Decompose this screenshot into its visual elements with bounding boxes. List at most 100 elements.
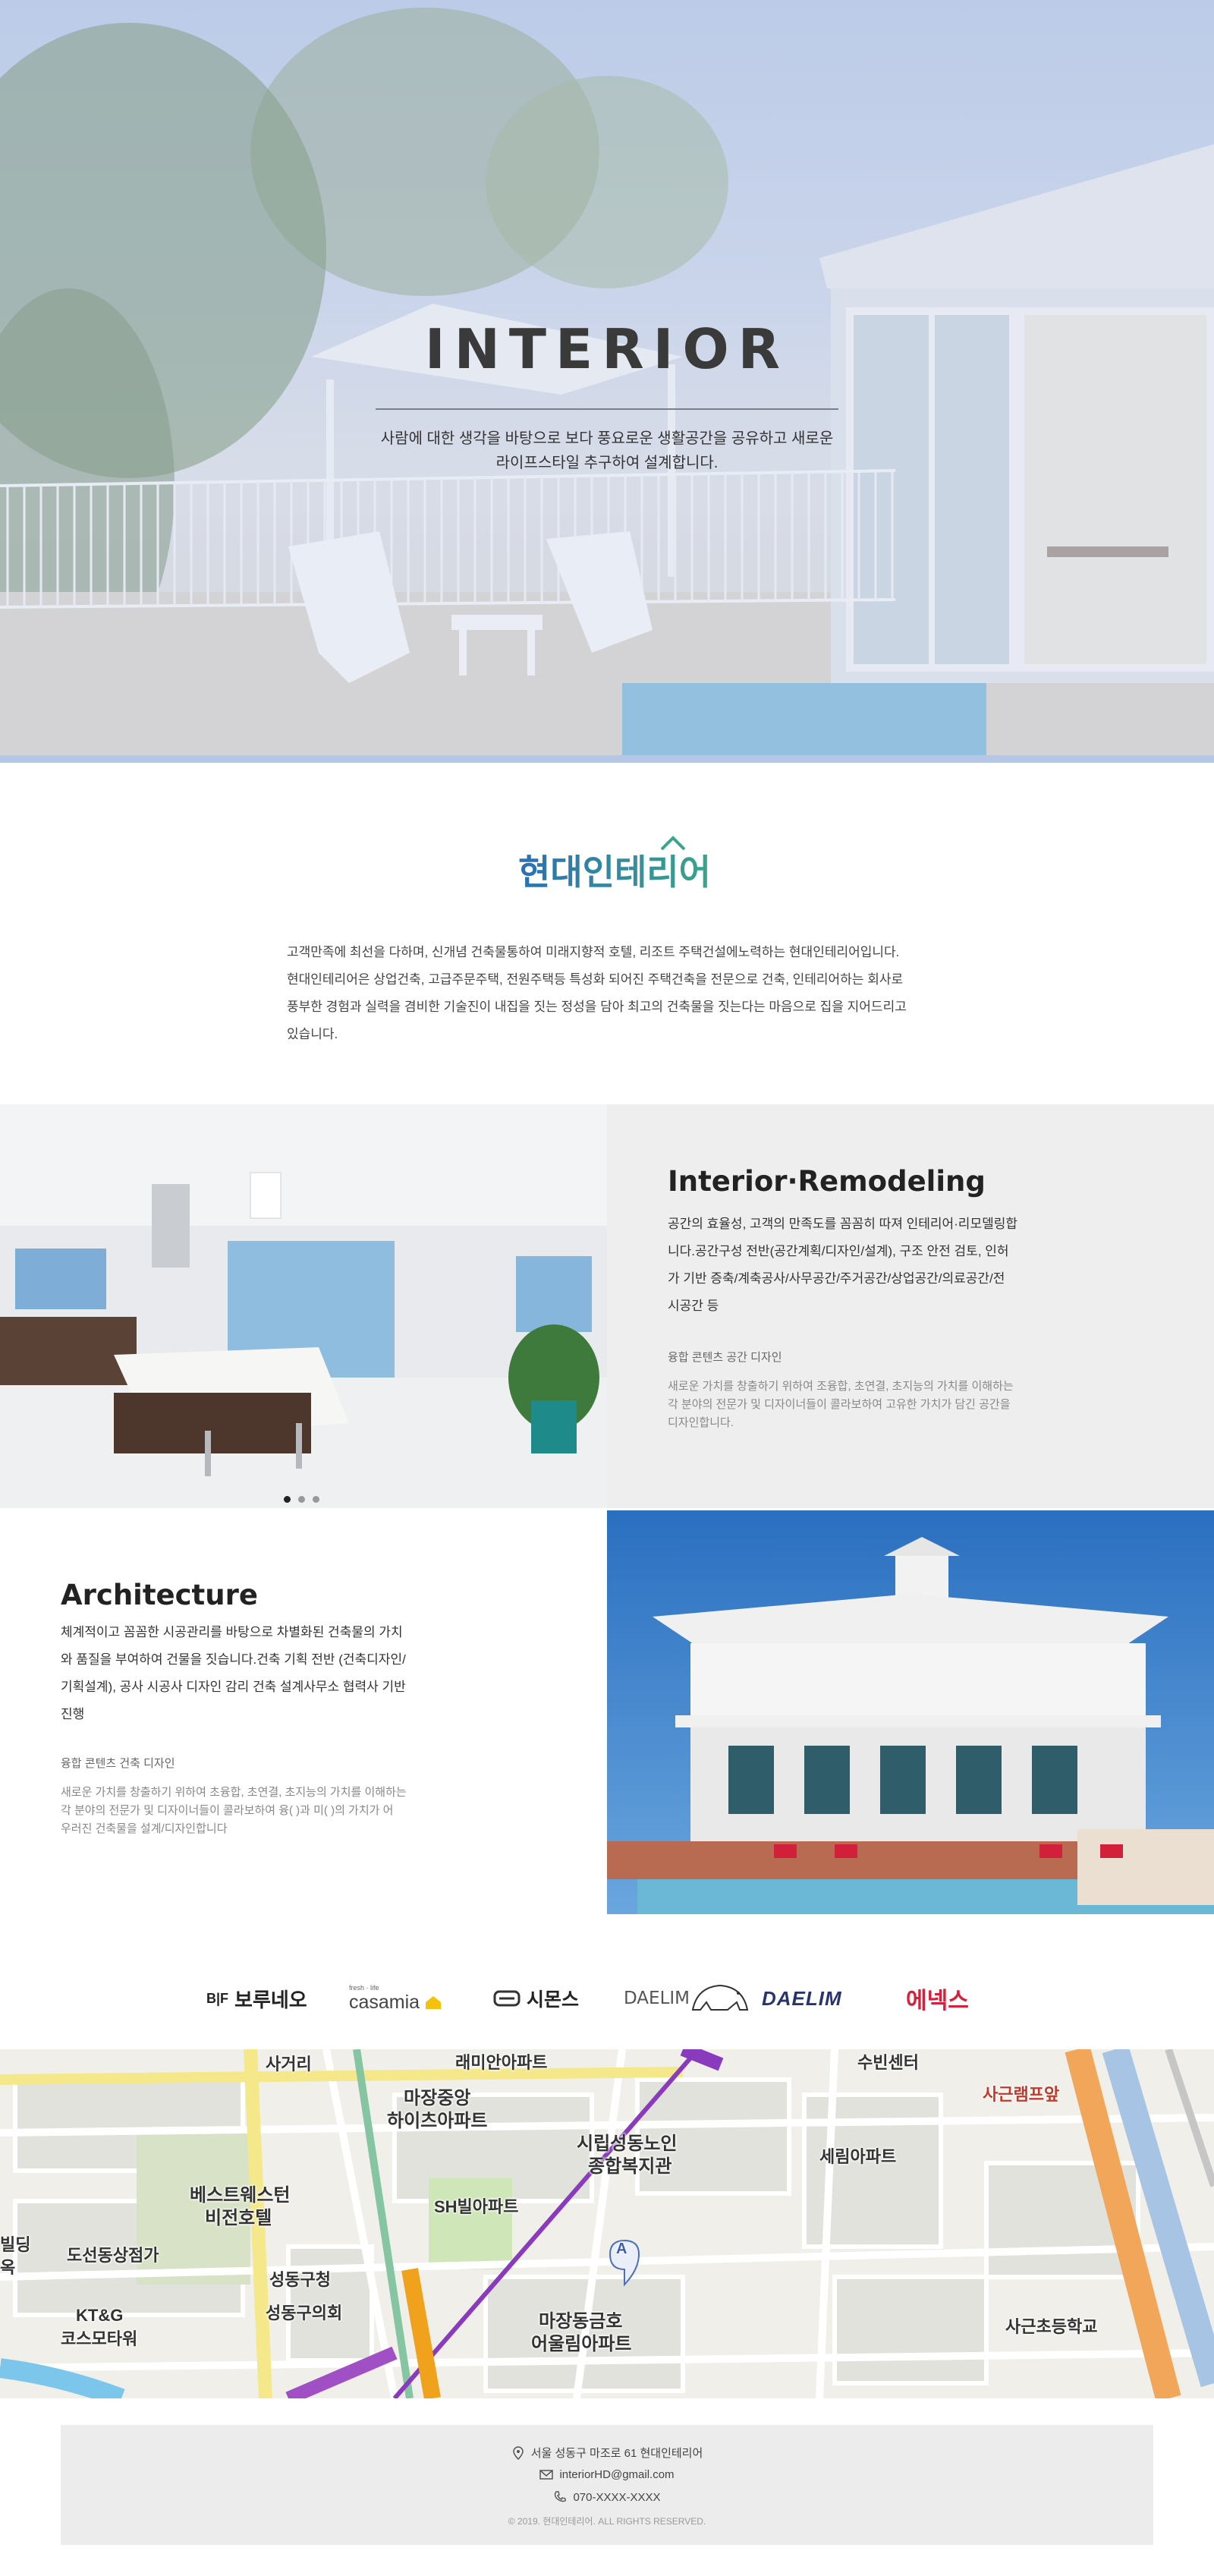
map-label: 코스모타워	[61, 2329, 138, 2348]
phone-icon	[555, 2491, 567, 2502]
footer-address: 서울 성동구 마조로 61 현대인테리어	[61, 2445, 1153, 2461]
partners-strip: B|F 보루네오 fresh · life casamia 시몬스 DAELIM…	[0, 1920, 1214, 2049]
footer-copyright: © 2019. 현대인테리어. ALL RIGHTS RESERVED.	[61, 2515, 1153, 2527]
partner-name: 시몬스	[527, 1989, 580, 2011]
desc-line: 시공간 등	[668, 1299, 719, 1313]
intro-line: 고객만족에 최선을 다하며, 신개념 건축물통하여 미래지향적 호텔, 리조트 …	[287, 945, 900, 959]
map-label: 수빈센터	[857, 2053, 919, 2072]
interior-subtitle: 융합 콘텐츠 공간 디자인	[668, 1351, 782, 1364]
interior-subtext: 새로운 가치를 창출하기 위하여 조융합, 초연결, 초지능의 가치를 이해하는…	[668, 1378, 1014, 1432]
location-pin-icon	[512, 2445, 524, 2460]
hero-tint-overlay	[0, 0, 1214, 763]
hero-title: INTERIOR	[424, 317, 790, 381]
company-logo-text: 현대인테리어	[518, 852, 711, 892]
partner-name: DAELIM	[762, 1986, 842, 2010]
partner-name: casamia	[349, 1991, 420, 2013]
polar-bear-icon	[691, 1984, 749, 2011]
footer-email[interactable]: interiorHD@gmail.com	[61, 2467, 1153, 2481]
map-label: 성동구의회	[266, 2304, 343, 2322]
map-label: 세림아파트	[819, 2147, 897, 2166]
partner-logo-daelim-bear[interactable]: DAELIM	[624, 1979, 750, 2017]
footer: 서울 성동구 마조로 61 현대인테리어 interiorHD@gmail.co…	[61, 2425, 1153, 2545]
hero-subtitle-line: 사람에 대한 생각을 바탕으로 보다 풍요로운 생활공간을 공유하고 새로운	[380, 430, 834, 447]
house-image	[607, 1510, 1214, 1914]
intro-line: 풍부한 경험과 실력을 겸비한 기술진이 내집을 짓는 정성을 담아 최고의 건…	[287, 1000, 907, 1014]
sub-line: 각 분야의 전문가 및 디자이너들이 콜라보하여 융( )과 미( )의 가치가…	[61, 1804, 394, 1817]
desc-line: 기획설계), 공사 시공사 디자인 감리 건축 설계사무소 협력사 기반	[61, 1680, 406, 1694]
map-label: 도선동상점가	[67, 2246, 159, 2265]
architecture-description: 체계적이고 꼼꼼한 시공관리를 바탕으로 차별화된 건축물의 가치 와 품질을 …	[61, 1619, 406, 1728]
roof-icon	[660, 836, 686, 851]
sub-line: 새로운 가치를 창출하기 위하여 초융합, 초연결, 초지능의 가치를 이해하는	[61, 1786, 407, 1799]
house-image-slider[interactable]	[607, 1510, 1214, 1914]
sub-line: 각 분야의 전문가 및 디자이너들이 콜라보하여 고유한 가치가 담긴 공간을	[668, 1398, 1011, 1411]
map-label: 옥	[0, 2258, 16, 2277]
partner-name-wrap: casamia	[349, 1992, 442, 2014]
kitchen-image-slider[interactable]	[0, 1104, 607, 1508]
architecture-title: Architecture	[61, 1579, 258, 1611]
architecture-section: Architecture 체계적이고 꼼꼼한 시공관리를 바탕으로 차별화된 건…	[0, 1510, 1214, 1914]
map-label: 비전호텔	[205, 2208, 272, 2228]
interior-description: 공간의 효율성, 고객의 만족도를 꼼꼼히 따져 인테리어·리모델링합 니다.공…	[668, 1211, 1017, 1320]
map-label: 성동구청	[269, 2270, 331, 2289]
copyright-text: © 2019. 현대인테리어. ALL RIGHTS RESERVED.	[508, 2516, 706, 2527]
slider-dot[interactable]	[298, 1496, 305, 1503]
map-label: KT&G	[76, 2306, 124, 2325]
map-label: 종합복지관	[588, 2156, 672, 2177]
map-label: 빌딩	[0, 2235, 31, 2254]
partner-tagline: fresh · life	[349, 1983, 379, 1992]
slider-dots	[284, 1496, 319, 1503]
footer-phone[interactable]: 070-XXXX-XXXX	[61, 2490, 1153, 2504]
partner-name: 보루네오	[234, 1988, 307, 2011]
map-label: SH빌아파트	[434, 2197, 519, 2216]
kitchen-image	[0, 1104, 607, 1508]
page: INTERIOR 사람에 대한 생각을 바탕으로 보다 풍요로운 생활공간을 공…	[0, 0, 1214, 2576]
desc-line: 와 품질을 부여하여 건물을 짓습니다.건축 기획 전반 (건축디자인/	[61, 1652, 406, 1667]
map-location-marker[interactable]: A	[616, 2241, 627, 2258]
email-text: interiorHD@gmail.com	[559, 2467, 675, 2481]
partner-logo-boruneo[interactable]: B|F 보루네오	[206, 1979, 307, 2017]
map-label: 래미안아파트	[455, 2053, 548, 2072]
location-map[interactable]: 사거리 래미안아파트 수빈센터 사근램프앞 마장중앙 하이츠아파트 시립성동노인…	[0, 2049, 1214, 2398]
desc-line: 가 기반 증축/계축공사/사무공간/주거공간/상업공간/의료공간/전	[668, 1271, 1005, 1286]
desc-line: 진행	[61, 1707, 85, 1721]
map-label: 사근램프앞	[983, 2085, 1060, 2104]
phone-text: 070-XXXX-XXXX	[573, 2490, 661, 2504]
company-logo[interactable]: 현대인테리어	[516, 836, 713, 898]
map-label: 사근초등학교	[1005, 2317, 1098, 2336]
map-label: 어울림아파트	[531, 2334, 632, 2354]
partner-logo-enex[interactable]: 에넥스	[906, 1979, 969, 2017]
desc-line: 니다.공간구성 전반(공간계획/디자인/설계), 구조 안전 검토, 인허	[668, 1244, 1009, 1258]
architecture-text-panel: Architecture 체계적이고 꼼꼼한 시공관리를 바탕으로 차별화된 건…	[0, 1510, 607, 1914]
partner-name: DAELIM	[624, 1989, 690, 2008]
hero-subtitle: 사람에 대한 생각을 바탕으로 보다 풍요로운 생활공간을 공유하고 새로운 라…	[341, 427, 873, 475]
interior-title: Interior·Remodeling	[668, 1165, 986, 1198]
interior-text-panel: Interior·Remodeling 공간의 효율성, 고객의 만족도를 꼼꼼…	[607, 1104, 1214, 1508]
hero-subtitle-line: 라이프스타일 추구하여 설계합니다.	[495, 455, 719, 471]
architecture-subtitle: 융합 콘텐츠 건축 디자인	[61, 1757, 175, 1770]
map-label: 사거리	[266, 2055, 312, 2074]
hero-divider	[376, 408, 838, 410]
hero-section: INTERIOR 사람에 대한 생각을 바탕으로 보다 풍요로운 생활공간을 공…	[0, 0, 1214, 763]
sub-line: 디자인합니다.	[668, 1416, 734, 1429]
interior-section: Interior·Remodeling 공간의 효율성, 고객의 만족도를 꼼꼼…	[0, 1104, 1214, 1508]
map-label: 하이츠아파트	[387, 2111, 488, 2131]
architecture-subtext: 새로운 가치를 창출하기 위하여 초융합, 초연결, 초지능의 가치를 이해하는…	[61, 1784, 407, 1838]
partner-logo-simmons[interactable]: 시몬스	[493, 1979, 579, 2017]
partner-logo-casamia[interactable]: fresh · life casamia	[349, 1979, 442, 2017]
partner-name: 에넥스	[906, 1989, 969, 2014]
house-icon	[426, 1996, 442, 2009]
slider-dot[interactable]	[284, 1496, 291, 1503]
mattress-icon	[493, 1990, 521, 2007]
partner-logo-daelim[interactable]: DAELIM	[762, 1979, 842, 2017]
intro-line: 있습니다.	[287, 1027, 338, 1041]
intro-line: 현대인테리어은 상업건축, 고급주문주택, 전원주택등 특성화 되어진 주택건축…	[287, 972, 904, 987]
sub-line: 새로운 가치를 창출하기 위하여 조융합, 초연결, 초지능의 가치를 이해하는	[668, 1380, 1014, 1393]
mail-icon	[539, 2470, 554, 2480]
sub-line: 우러진 건축물을 설계/디자인합니다	[61, 1822, 228, 1835]
desc-line: 체계적이고 꼼꼼한 시공관리를 바탕으로 차별화된 건축물의 가치	[61, 1625, 403, 1639]
partner-prefix: B|F	[206, 1990, 229, 2006]
slider-dot[interactable]	[313, 1496, 319, 1503]
address-text: 서울 성동구 마조로 61 현대인테리어	[530, 2447, 703, 2460]
desc-line: 공간의 효율성, 고객의 만족도를 꼼꼼히 따져 인테리어·리모델링합	[668, 1217, 1018, 1231]
